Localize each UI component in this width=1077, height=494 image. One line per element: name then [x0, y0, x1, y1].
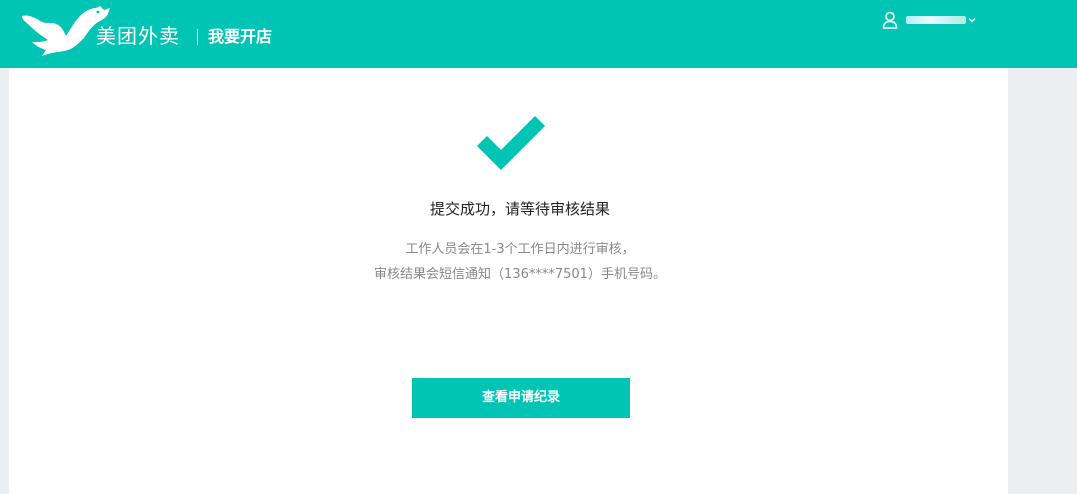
- description-line-1: 工作人员会在1-3个工作日内进行审核，: [405, 242, 635, 257]
- brand-name: 美团外卖: [96, 24, 180, 48]
- header-divider: [197, 29, 198, 45]
- view-application-records-button[interactable]: 查看申请纪录: [412, 378, 630, 418]
- chevron-down-icon[interactable]: [968, 16, 976, 24]
- top-header: 美团外卖 我要开店: [0, 0, 1077, 68]
- username-obscured: [906, 16, 966, 24]
- description-line-2: 审核结果会短信通知（136****7501）手机号码。: [374, 267, 666, 282]
- checkmark-icon: [477, 116, 545, 170]
- main-panel: 提交成功，请等待审核结果 工作人员会在1-3个工作日内进行审核， 审核结果会短信…: [9, 68, 1008, 494]
- header-subtitle: 我要开店: [208, 27, 273, 46]
- user-menu[interactable]: [882, 10, 982, 30]
- user-icon: [882, 11, 898, 29]
- success-title: 提交成功，请等待审核结果: [429, 200, 610, 218]
